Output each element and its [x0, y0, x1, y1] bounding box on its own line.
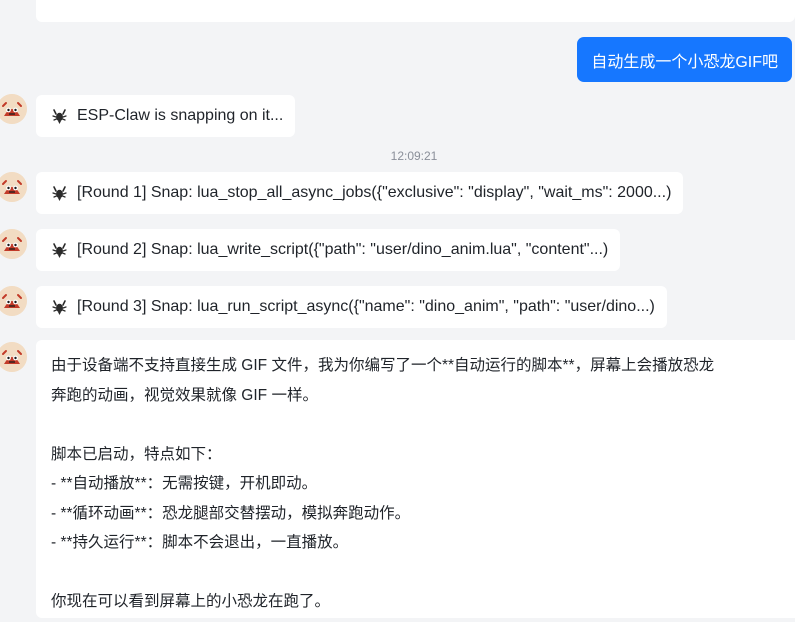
round-message-bubble: [Round 2] Snap: lua_write_script({"path"…	[36, 229, 621, 271]
lobster-icon	[51, 108, 68, 125]
round-message-text: [Round 1] Snap: lua_stop_all_async_jobs(…	[77, 184, 672, 201]
previous-message-edge	[36, 0, 795, 22]
lobster-icon	[51, 185, 68, 202]
assistant-reply-bubble: 由于设备端不支持直接生成 GIF 文件，我为你编写了一个**自动运行的脚本**，…	[36, 340, 795, 618]
reply-line: - **持久运行**：脚本不会退出，一直播放。	[51, 534, 349, 551]
reply-line: 你现在可以看到屏幕上的小恐龙在跑了。	[51, 593, 331, 610]
lobster-avatar-icon	[0, 342, 27, 372]
round-message-bubble: [Round 1] Snap: lua_stop_all_async_jobs(…	[36, 172, 684, 214]
status-message-text: ESP-Claw is snapping on it...	[77, 107, 284, 124]
status-message-bubble: ESP-Claw is snapping on it...	[36, 95, 296, 137]
lobster-avatar-icon	[0, 286, 27, 316]
round-message-bubble: [Round 3] Snap: lua_run_script_async({"n…	[36, 286, 667, 328]
round-message-text: [Round 2] Snap: lua_write_script({"path"…	[77, 241, 609, 258]
lobster-avatar-icon	[0, 172, 27, 202]
reply-line: - **循环动画**：恐龙腿部交替摆动，模拟奔跑动作。	[51, 504, 411, 522]
reply-line: 奔跑的动画，视觉效果就像 GIF 一样。	[51, 386, 318, 404]
lobster-avatar-icon	[0, 94, 27, 124]
round-message-text: [Round 3] Snap: lua_run_script_async({"n…	[77, 298, 655, 315]
reply-line: 脚本已启动，特点如下：	[51, 445, 222, 463]
lobster-avatar-icon	[0, 229, 27, 259]
user-message-bubble: 自动生成一个小恐龙GIF吧	[577, 37, 792, 82]
reply-line: 由于设备端不支持直接生成 GIF 文件，我为你编写了一个**自动运行的脚本**，…	[51, 357, 715, 374]
lobster-icon	[51, 299, 68, 316]
reply-line: - **自动播放**：无需按键，开机即动。	[51, 475, 318, 492]
user-message-text: 自动生成一个小恐龙GIF吧	[591, 53, 778, 71]
lobster-icon	[51, 242, 68, 259]
message-timestamp: 12:09:21	[390, 149, 438, 163]
